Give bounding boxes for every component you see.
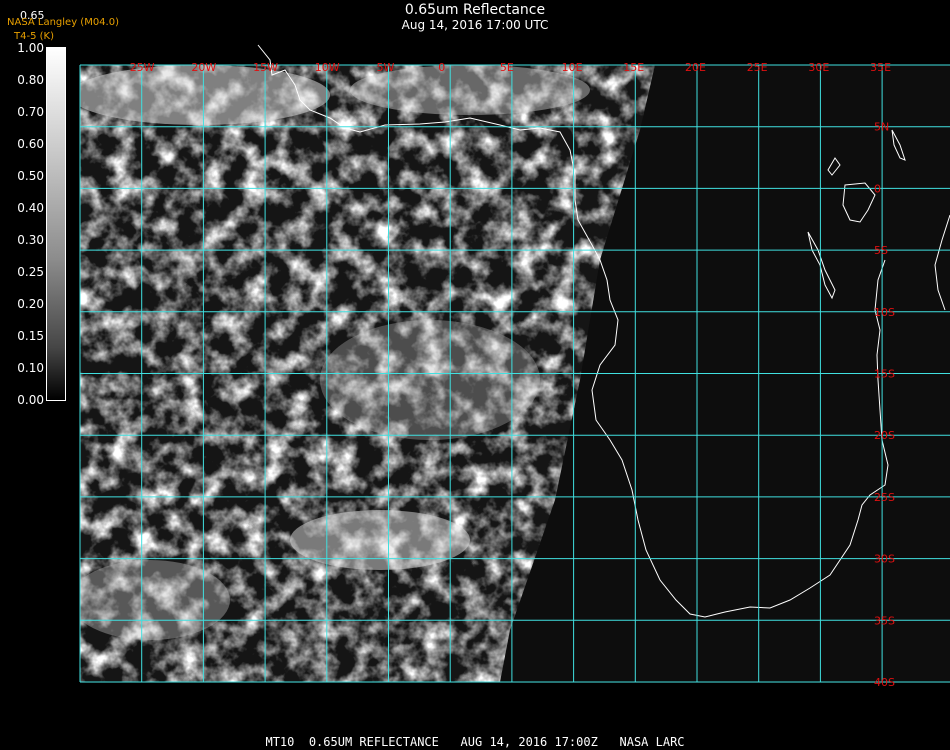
colorbar-label: 0.40 — [17, 201, 44, 215]
colorbar-label: 0.60 — [17, 137, 44, 151]
longitude-label: 5W — [377, 61, 395, 74]
colorbar-label: 0.10 — [17, 361, 44, 375]
colorbar-label: 0.50 — [17, 169, 44, 183]
longitude-label: 15E — [623, 61, 644, 74]
longitude-label: 15W — [253, 61, 278, 74]
latitude-label: 20S — [874, 429, 895, 442]
longitude-label: 5E — [500, 61, 514, 74]
colorbar-label: 0.70 — [17, 105, 44, 119]
colorbar — [46, 47, 66, 401]
latitude-label: 35S — [874, 614, 895, 627]
longitude-label: 25E — [747, 61, 768, 74]
colorbar-label: 1.00 — [17, 41, 44, 55]
colorbar-label: 0.20 — [17, 297, 44, 311]
product-label: NASA Langley (M04.0) — [7, 17, 119, 28]
colorbar-label: 0.30 — [17, 233, 44, 247]
latitude-label: 30S — [874, 553, 895, 566]
latitude-label: 5N — [874, 121, 889, 134]
colorbar-label: 0.25 — [17, 265, 44, 279]
satellite-map: 25W 20W 15W 10W 5W 0 5E 10E 15E 20E 25E 30E 35E 5N 0 5… — [79, 44, 950, 689]
longitude-label: 10E — [562, 61, 583, 74]
colorbar-label: 0.15 — [17, 329, 44, 343]
longitude-label: 20E — [685, 61, 706, 74]
colorbar-label: 0.00 — [17, 393, 44, 407]
latitude-label: 25S — [874, 491, 895, 504]
latitude-label: 40S — [874, 676, 895, 689]
longitude-label: 0 — [438, 61, 445, 74]
longitude-label: 20W — [191, 61, 216, 74]
latitude-label: 0 — [874, 182, 881, 195]
colorbar-label: 0.80 — [17, 73, 44, 87]
latitude-label: 10S — [874, 306, 895, 319]
longitude-label: 10W — [315, 61, 340, 74]
longitude-label: 25W — [130, 61, 155, 74]
map-subtitle: Aug 14, 2016 17:00 UTC — [401, 18, 549, 32]
latitude-label: 15S — [874, 368, 895, 381]
longitude-label: 30E — [808, 61, 829, 74]
latitude-label: 5S — [874, 244, 888, 257]
map-title: 0.65um Reflectance — [404, 2, 546, 18]
footer-caption: MT10 0.65UM REFLECTANCE AUG 14, 2016 17:… — [265, 735, 685, 749]
longitude-label: 35E — [870, 61, 891, 74]
